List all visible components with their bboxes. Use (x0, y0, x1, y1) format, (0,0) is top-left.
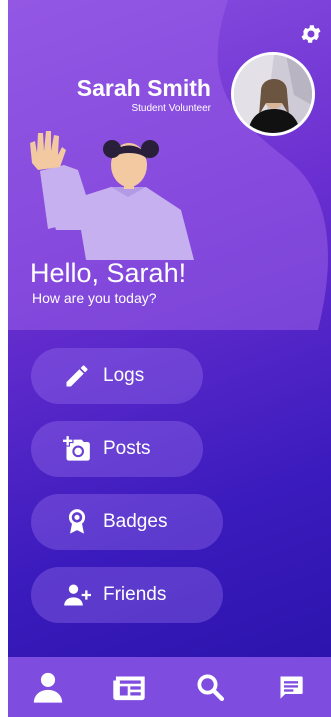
nav-chat[interactable] (271, 667, 311, 707)
chat-icon (280, 676, 303, 699)
search-icon (197, 674, 224, 702)
greeting-title: Hello, Sarah! (30, 258, 187, 288)
pencil-icon (66, 365, 88, 387)
profile-avatar[interactable] (231, 52, 315, 136)
badges-button[interactable]: Badges (31, 494, 223, 550)
person-icon (34, 672, 63, 703)
friends-button[interactable]: Friends (31, 567, 223, 623)
nav-profile[interactable] (28, 667, 68, 707)
nav-search[interactable] (190, 667, 230, 707)
add-photo-icon (63, 436, 90, 461)
add-friend-icon (64, 584, 91, 606)
badges-label: Badges (103, 511, 168, 532)
profile-role: Student Volunteer (131, 103, 211, 114)
waving-girl-illustration (30, 131, 194, 260)
profile-name: Sarah Smith (76, 75, 211, 101)
avatar-photo (234, 55, 312, 133)
friends-label: Friends (103, 584, 167, 605)
greeting-subtitle: How are you today? (32, 290, 157, 306)
posts-button[interactable]: Posts (31, 421, 203, 477)
home-screen: Sarah Smith Student Volunteer Hello, Sar… (8, 0, 331, 717)
logs-button[interactable]: Logs (31, 348, 203, 404)
settings-gear-icon[interactable] (299, 22, 323, 46)
feed-icon (113, 676, 145, 701)
posts-label: Posts (103, 438, 151, 459)
badge-icon (68, 509, 86, 534)
nav-feed[interactable] (109, 667, 149, 707)
bottom-nav (8, 657, 331, 717)
logs-label: Logs (103, 365, 145, 386)
